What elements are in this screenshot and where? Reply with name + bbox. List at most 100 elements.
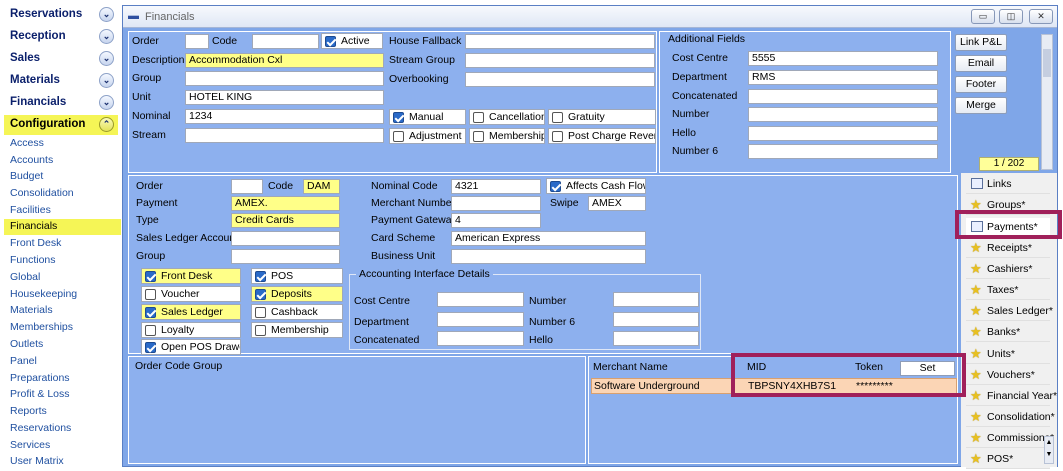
restore-button[interactable]: ◫ (999, 9, 1023, 24)
chevron-down-icon[interactable]: ⌄ (99, 7, 114, 22)
tab-sales-ledger[interactable]: ★ Sales Ledger* (966, 302, 1053, 321)
nav-item-consolidation[interactable]: Consolidation (4, 186, 121, 202)
cost-centre-field[interactable]: 5555 (748, 51, 938, 66)
open-pos-drawer-checkbox[interactable]: Open POS Drawer (141, 339, 241, 355)
nav-section-materials[interactable]: Materials ⌄ (4, 71, 118, 91)
nav-item-front-desk[interactable]: Front Desk (4, 236, 121, 252)
stream-field[interactable] (185, 128, 384, 143)
nav-item-access[interactable]: Access (4, 136, 121, 152)
swipe-field[interactable]: AMEX (588, 196, 646, 211)
cashback-checkbox[interactable]: Cashback (251, 304, 343, 320)
chevron-down-icon[interactable]: ⌄ (99, 29, 114, 44)
nav-item-profit-loss[interactable]: Profit & Loss (4, 387, 121, 403)
chevron-up-icon[interactable]: ⌃ (99, 117, 114, 132)
group-field[interactable] (185, 71, 384, 86)
link-pl-button[interactable]: Link P&L (955, 34, 1007, 51)
acc-cost-centre-field[interactable] (437, 292, 524, 307)
nav-item-housekeeping[interactable]: Housekeeping (4, 287, 121, 303)
nav-section-sales[interactable]: Sales ⌄ (4, 49, 118, 69)
chevron-down-icon[interactable]: ⌄ (99, 51, 114, 66)
scrollbar-thumb[interactable] (1043, 49, 1051, 77)
acc-hello-field[interactable] (613, 331, 699, 346)
tab-consolidation[interactable]: ★ Consolidation* (966, 408, 1055, 427)
nominal-code-field[interactable]: 4321 (451, 179, 541, 194)
number-field[interactable] (748, 107, 938, 122)
tab-pos[interactable]: ★ POS* (966, 450, 1050, 469)
acc-number6-field[interactable] (613, 312, 699, 327)
nav-item-materials[interactable]: Materials (4, 303, 121, 319)
nav-item-reports[interactable]: Reports (4, 404, 121, 420)
grid-header-order[interactable]: Order (135, 360, 162, 372)
adjustment-checkbox[interactable]: Adjustment (389, 128, 466, 144)
membership-checkbox[interactable]: Membership (469, 128, 545, 144)
payment-code-field[interactable]: DAM (303, 179, 340, 194)
payment-group-field[interactable] (231, 249, 340, 264)
nav-item-financials[interactable]: Financials (4, 219, 121, 235)
concatenated-field[interactable] (748, 89, 938, 104)
voucher-checkbox[interactable]: Voucher (141, 286, 241, 302)
tab-receipts[interactable]: ★ Receipts* (966, 239, 1050, 258)
nominal-field[interactable]: 1234 (185, 109, 384, 124)
chevron-down-icon[interactable]: ⌄ (99, 95, 114, 110)
overbooking-field[interactable] (465, 72, 655, 87)
merchant-name-header[interactable]: Merchant Name (593, 361, 668, 373)
nav-item-panel[interactable]: Panel (4, 354, 121, 370)
scrollbar[interactable] (1041, 34, 1053, 170)
description-field[interactable]: Accommodation Cxl (185, 53, 384, 68)
loyalty-checkbox[interactable]: Loyalty (141, 322, 241, 338)
pos-checkbox[interactable]: POS (251, 268, 343, 284)
grid-header-code[interactable]: Code (165, 360, 190, 372)
merge-button[interactable]: Merge (955, 97, 1007, 114)
number6-field[interactable] (748, 144, 938, 159)
tab-links[interactable]: Links (966, 175, 1050, 194)
tab-vouchers[interactable]: ★ Vouchers* (966, 366, 1050, 385)
nav-item-outlets[interactable]: Outlets (4, 337, 121, 353)
nav-item-preparations[interactable]: Preparations (4, 371, 121, 387)
nav-item-user-matrix[interactable]: User Matrix (4, 454, 121, 470)
deposits-checkbox[interactable]: Deposits (251, 286, 343, 302)
card-scheme-field[interactable]: American Express (451, 231, 646, 246)
chevron-down-icon[interactable]: ⌄ (99, 73, 114, 88)
manual-checkbox[interactable]: Manual (389, 109, 466, 125)
stream-group-field[interactable] (465, 53, 655, 68)
type-field[interactable]: Credit Cards (231, 213, 340, 228)
minimize-button[interactable]: ▭ (971, 9, 995, 24)
nav-item-reservations[interactable]: Reservations (4, 421, 121, 437)
nav-item-accounts[interactable]: Accounts (4, 153, 121, 169)
nav-item-functions[interactable]: Functions (4, 253, 121, 269)
nav-item-services[interactable]: Services (4, 438, 121, 454)
nav-item-facilities[interactable]: Facilities (4, 203, 121, 219)
unit-field[interactable]: HOTEL KING (185, 90, 384, 105)
close-button[interactable]: ✕ (1029, 9, 1053, 24)
tab-commissions[interactable]: ★ Commissions* (966, 429, 1054, 448)
nav-section-reservations[interactable]: Reservations ⌄ (4, 5, 118, 25)
email-button[interactable]: Email (955, 55, 1007, 72)
affects-cash-flow-checkbox[interactable]: Affects Cash Flow (546, 178, 646, 194)
order-field[interactable] (185, 34, 209, 49)
tab-banks[interactable]: ★ Banks* (966, 323, 1050, 342)
nav-item-budget[interactable]: Budget (4, 169, 121, 185)
grid-header-group[interactable]: Group (193, 360, 222, 372)
tab-taxes[interactable]: ★ Taxes* (966, 281, 1050, 300)
sales-ledger-checkbox[interactable]: Sales Ledger (141, 304, 241, 320)
tab-cashiers[interactable]: ★ Cashiers* (966, 260, 1050, 279)
nav-section-financials[interactable]: Financials ⌄ (4, 93, 118, 113)
footer-button[interactable]: Footer (955, 76, 1007, 93)
nav-item-memberships[interactable]: Memberships (4, 320, 121, 336)
payment-membership-checkbox[interactable]: Membership (251, 322, 343, 338)
nav-section-reception[interactable]: Reception ⌄ (4, 27, 118, 47)
tab-financial-year[interactable]: ★ Financial Year* (966, 387, 1057, 406)
business-unit-field[interactable] (451, 249, 646, 264)
department-field[interactable]: RMS (748, 70, 938, 85)
post-charge-revenue-checkbox[interactable]: Post Charge Revenue (548, 128, 656, 144)
active-checkbox[interactable]: Active (321, 33, 383, 49)
payment-field[interactable]: AMEX. (231, 196, 340, 211)
acc-concatenated-field[interactable] (437, 331, 524, 346)
cancellation-checkbox[interactable]: Cancellation (469, 109, 545, 125)
payment-order-field[interactable] (231, 179, 263, 194)
nav-item-global[interactable]: Global (4, 270, 121, 286)
tab-units[interactable]: ★ Units* (966, 345, 1050, 364)
payments-grid[interactable]: Order Code Group (128, 356, 586, 464)
merchant-number-field[interactable] (451, 196, 541, 211)
house-fallback-field[interactable] (465, 34, 655, 49)
